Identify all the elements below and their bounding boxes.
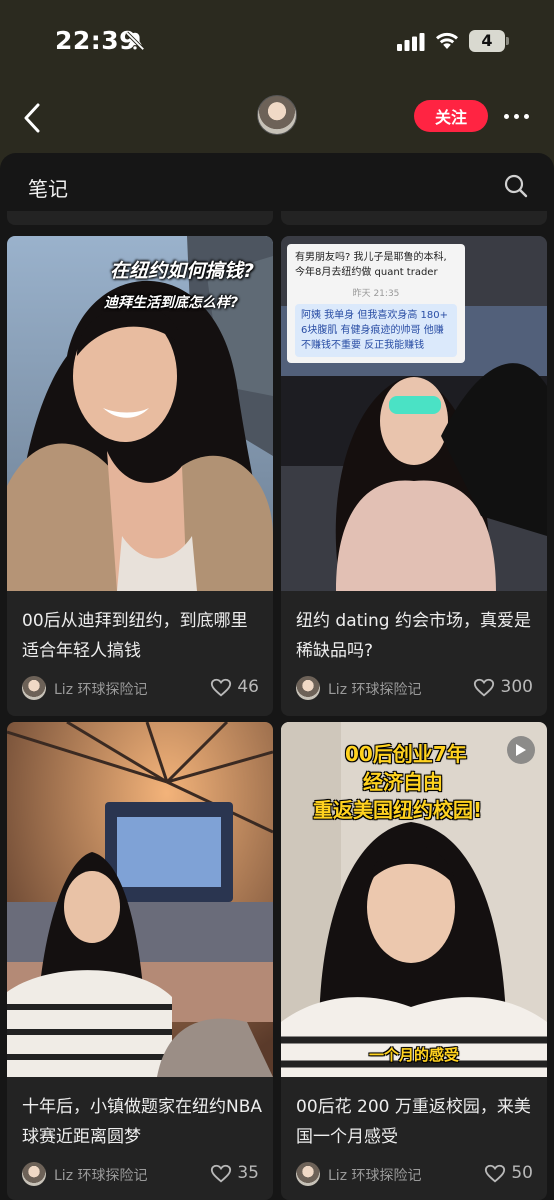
cover-overlay-text: 在纽约如何搞钱? [110, 260, 255, 282]
more-dots-icon [503, 113, 509, 119]
battery-icon: 4 [469, 30, 509, 52]
battery-level: 4 [481, 31, 493, 50]
wifi-icon [436, 32, 458, 49]
heart-icon[interactable] [473, 677, 495, 699]
heart-icon[interactable] [210, 1163, 232, 1185]
cover-overlay-text: 经济自由 [363, 770, 443, 794]
author-name[interactable]: Liz 环球探险记 [328, 679, 422, 699]
bell-off-icon [125, 31, 145, 51]
previous-card-edge [281, 211, 547, 225]
note-card[interactable]: 有男朋友吗? 我儿子是耶鲁的本科, 今年8月去纽约做 quant trader … [281, 236, 547, 716]
note-card[interactable]: 在纽约如何搞钱? 迪拜生活到底怎么样? 00后从迪拜到纽约，到底哪里适合年轻人搞… [7, 236, 273, 716]
like-count: 46 [237, 677, 259, 697]
note-title: 纽约 dating 约会市场，真爱是稀缺品吗? [296, 611, 531, 661]
author-name[interactable]: Liz 环球探险记 [328, 1165, 422, 1185]
chat-outgoing-message: 阿姨 我单身 但我喜欢身高 180+ 6块腹肌 有健身痕迹的帅哥 他赚不赚钱不重… [295, 304, 457, 357]
signal-icon [397, 33, 425, 51]
status-bar: 22:39 4 [0, 0, 554, 80]
like-count: 50 [511, 1163, 533, 1183]
follow-button[interactable]: 关注 [414, 100, 488, 132]
note-cover-image: 00后创业7年 经济自由 重返美国纽约校园! 一个月的感受 [281, 722, 547, 1077]
like-count: 35 [237, 1163, 259, 1183]
chat-screenshot: 有男朋友吗? 我儿子是耶鲁的本科, 今年8月去纽约做 quant trader … [287, 244, 465, 363]
note-card[interactable]: 00后创业7年 经济自由 重返美国纽约校园! 一个月的感受 00后花 200 万… [281, 722, 547, 1200]
author-avatar[interactable] [22, 1162, 46, 1186]
note-cover-image: 在纽约如何搞钱? 迪拜生活到底怎么样? [7, 236, 273, 591]
author-name[interactable]: Liz 环球探险记 [54, 679, 148, 699]
profile-avatar[interactable] [257, 95, 297, 135]
heart-icon[interactable] [484, 1163, 506, 1185]
play-icon [516, 744, 526, 756]
cover-overlay-text: 重返美国纽约校园! [313, 798, 483, 822]
back-button[interactable] [14, 98, 50, 138]
author-avatar[interactable] [296, 1162, 320, 1186]
chevron-left-icon [24, 103, 40, 133]
note-title: 00后花 200 万重返校园，来美国一个月感受 [296, 1097, 531, 1147]
note-cover-image [7, 722, 273, 1077]
author-avatar[interactable] [296, 676, 320, 700]
note-card[interactable]: 十年后，小镇做题家在纽约NBA球赛近距离圆梦 Liz 环球探险记 35 [7, 722, 273, 1200]
note-title: 十年后，小镇做题家在纽约NBA球赛近距离圆梦 [22, 1097, 263, 1147]
search-icon[interactable] [503, 173, 529, 199]
cover-overlay-text: 一个月的感受 [369, 1046, 460, 1064]
more-button[interactable] [498, 100, 534, 132]
author-name[interactable]: Liz 环球探险记 [54, 1165, 148, 1185]
cover-overlay-text: 迪拜生活到底怎么样? [104, 295, 239, 311]
heart-icon[interactable] [210, 677, 232, 699]
video-badge [507, 736, 535, 764]
cover-overlay-text: 00后创业7年 [345, 742, 467, 766]
notes-sheet: 笔记 在纽约如何搞钱? 迪拜生活到底怎么样? 00后从迪拜到纽约，到底哪里适合年… [0, 153, 554, 1200]
note-cover-image: 有男朋友吗? 我儿子是耶鲁的本科, 今年8月去纽约做 quant trader … [281, 236, 547, 591]
previous-card-edge [7, 211, 273, 225]
chat-incoming-message: 有男朋友吗? 我儿子是耶鲁的本科, 今年8月去纽约做 quant trader [295, 252, 447, 278]
section-title: 笔记 [28, 177, 68, 201]
author-avatar[interactable] [22, 676, 46, 700]
like-count: 300 [500, 677, 533, 697]
note-title: 00后从迪拜到纽约，到底哪里适合年轻人搞钱 [22, 611, 248, 661]
chat-timestamp: 昨天 21:35 [352, 289, 400, 299]
